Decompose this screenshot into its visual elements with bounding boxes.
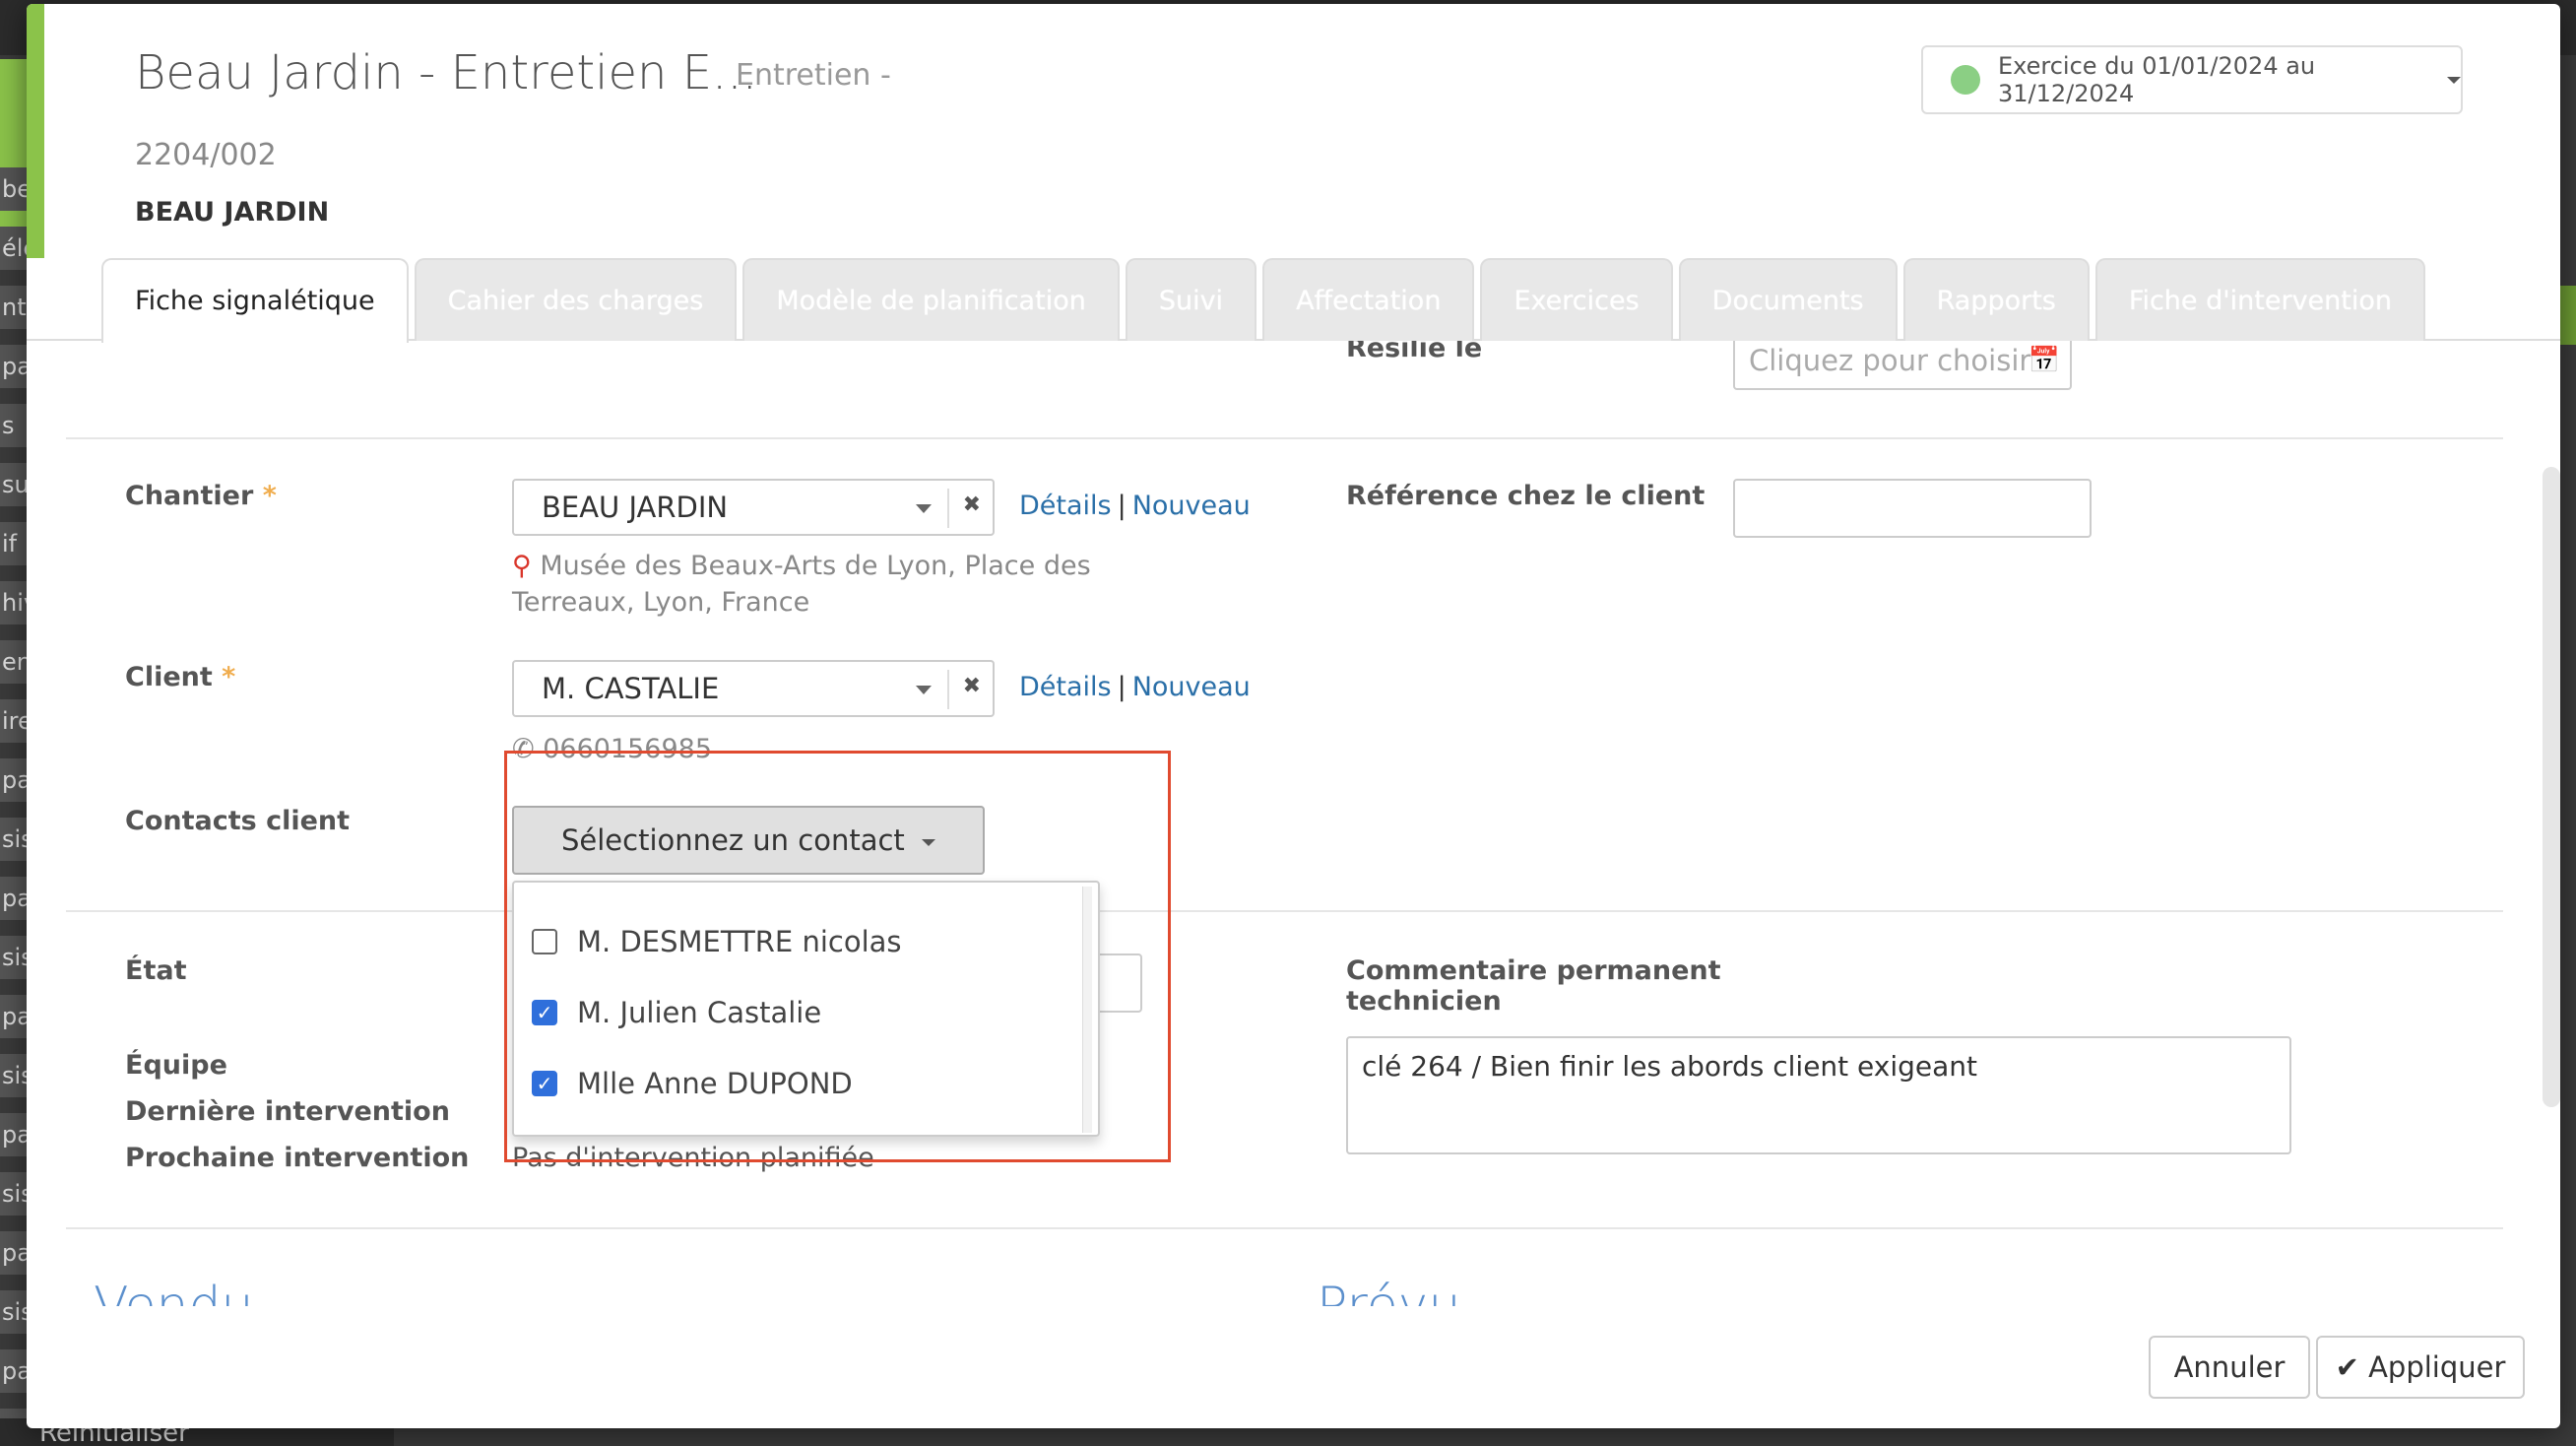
- background-sidebar-item: nts: [0, 286, 30, 329]
- select-divider: [947, 670, 949, 709]
- link-separator: |: [1117, 491, 1127, 521]
- tab-exercices[interactable]: Exercices: [1480, 258, 1673, 341]
- link-separator: |: [1117, 672, 1127, 702]
- background-sidebar-item: hiv: [0, 581, 30, 624]
- client-name: BEAU JARDIN: [135, 197, 330, 228]
- background-sidebar-item: pa: [0, 345, 30, 388]
- apply-label: Appliquer: [2368, 1350, 2506, 1384]
- client-details-link[interactable]: Détails: [1019, 672, 1112, 702]
- tab-cahier-des-charges[interactable]: Cahier des charges: [414, 258, 738, 341]
- chantier-address: ⚲ Musée des Beaux-Arts de Lyon, Place de…: [512, 548, 1221, 621]
- client-label: Client *: [125, 662, 235, 692]
- background-sidebar-item: sis: [0, 1054, 30, 1097]
- background-sidebar-item: sui: [0, 463, 30, 506]
- background-sidebar-item: éle: [0, 227, 30, 270]
- status-dot-icon: [1951, 65, 1980, 95]
- prochaine-intervention-label: Prochaine intervention: [125, 1143, 470, 1173]
- commentaire-label-line1: Commentaire permanent: [1346, 955, 1721, 986]
- background-sidebar-item: en: [0, 640, 30, 684]
- highlight-annotation: [504, 751, 1171, 1162]
- background-sidebar-item: sis: [0, 936, 30, 979]
- client-value: M. CASTALIE: [542, 672, 720, 705]
- cancel-button[interactable]: Annuler: [2149, 1336, 2310, 1399]
- tab-affectation[interactable]: Affectation: [1262, 258, 1475, 341]
- contract-reference: 2204/002: [135, 138, 277, 172]
- exercise-selector[interactable]: Exercice du 01/01/2024 au 31/12/2024: [1921, 45, 2463, 114]
- chevron-down-icon: [916, 504, 932, 513]
- chantier-value: BEAU JARDIN: [542, 491, 729, 524]
- section-divider: [66, 437, 2503, 439]
- tab-bar: Fiche signalétique Cahier des charges Mo…: [101, 258, 2431, 343]
- background-sidebar-item: sis: [0, 1290, 30, 1334]
- background-sidebar-item: pa: [0, 1349, 30, 1393]
- tab-documents[interactable]: Documents: [1678, 258, 1898, 341]
- background-sidebar-item: if: [0, 522, 30, 565]
- equipe-label: Équipe: [125, 1050, 227, 1081]
- client-links: Détails | Nouveau: [1019, 672, 1251, 702]
- resilie-date-input[interactable]: Cliquez pour choisir u 📅: [1733, 341, 2072, 390]
- contract-type: Entretien -: [736, 58, 891, 93]
- chantier-label-text: Chantier: [125, 481, 254, 511]
- chantier-details-link[interactable]: Détails: [1019, 491, 1112, 521]
- background-sidebar-item: pa: [0, 995, 30, 1038]
- map-pin-icon: ⚲: [512, 551, 532, 581]
- clear-icon[interactable]: ✖: [963, 674, 981, 698]
- select-divider: [947, 489, 949, 528]
- background-sidebar-item: ire: [0, 699, 30, 743]
- caret-down-icon: [2447, 76, 2461, 84]
- background-sidebar-item: pa: [0, 758, 30, 802]
- apply-button[interactable]: ✔ Appliquer: [2316, 1336, 2525, 1399]
- resilie-label: Résilié le: [1346, 341, 1483, 363]
- clear-icon[interactable]: ✖: [963, 493, 981, 517]
- chantier-links: Détails | Nouveau: [1019, 491, 1251, 521]
- etat-label: État: [125, 955, 187, 986]
- modal-dialog: Beau Jardin - Entretien E... Entretien -…: [27, 4, 2560, 1428]
- section-title-prevu: Prévu: [1317, 1277, 1461, 1306]
- check-icon: ✔: [2335, 1350, 2359, 1384]
- derniere-intervention-label: Dernière intervention: [125, 1096, 450, 1127]
- reference-client-label: Référence chez le client: [1346, 481, 1706, 511]
- chantier-label: Chantier *: [125, 481, 277, 511]
- chantier-select[interactable]: BEAU JARDIN ✖: [512, 479, 995, 536]
- reference-client-input[interactable]: [1733, 479, 2092, 538]
- chantier-address-text: Musée des Beaux-Arts de Lyon, Place des …: [512, 551, 1091, 618]
- resilie-placeholder: Cliquez pour choisir u: [1749, 344, 2058, 377]
- required-marker: *: [222, 662, 236, 692]
- modal-scrollbar[interactable]: [2543, 467, 2560, 1107]
- client-nouveau-link[interactable]: Nouveau: [1132, 672, 1251, 702]
- form-area: Résilié le Cliquez pour choisir u 📅 Chan…: [27, 341, 2560, 1306]
- tab-rapports[interactable]: Rapports: [1902, 258, 2090, 341]
- accent-bar: [27, 4, 44, 258]
- tab-suivi[interactable]: Suivi: [1125, 258, 1257, 341]
- background-sidebar-item: sis: [0, 1172, 30, 1216]
- background-sidebar-item: pa: [0, 1113, 30, 1156]
- exercise-label: Exercice du 01/01/2024 au 31/12/2024: [1998, 52, 2316, 107]
- commentaire-textarea[interactable]: clé 264 / Bien finir les abords client e…: [1346, 1036, 2291, 1154]
- commentaire-label-line2: technicien: [1346, 986, 1502, 1017]
- background-sidebar-item: be: [0, 167, 30, 211]
- section-title-vendu: Vendu: [94, 1277, 254, 1306]
- calendar-icon[interactable]: 📅: [2029, 341, 2060, 388]
- background-sidebar-item: s: [0, 404, 30, 447]
- chantier-nouveau-link[interactable]: Nouveau: [1132, 491, 1251, 521]
- tab-fiche-intervention[interactable]: Fiche d'intervention: [2094, 258, 2425, 341]
- client-label-text: Client: [125, 662, 213, 692]
- contacts-label: Contacts client: [125, 806, 351, 836]
- section-divider: [66, 910, 2503, 912]
- tab-modele-planification[interactable]: Modèle de planification: [742, 258, 1120, 341]
- page-title: Beau Jardin - Entretien E...: [135, 45, 757, 100]
- background-sidebar-item: pa: [0, 877, 30, 920]
- required-marker: *: [262, 481, 277, 511]
- chevron-down-icon: [916, 686, 932, 694]
- commentaire-label: Commentaire permanent technicien: [1346, 955, 1721, 1017]
- tab-fiche-signaletique[interactable]: Fiche signalétique: [101, 258, 409, 343]
- background-sidebar-item: pa: [0, 1231, 30, 1275]
- client-select[interactable]: M. CASTALIE ✖: [512, 660, 995, 717]
- section-divider: [66, 1227, 2503, 1229]
- background-sidebar-item: sis: [0, 818, 30, 861]
